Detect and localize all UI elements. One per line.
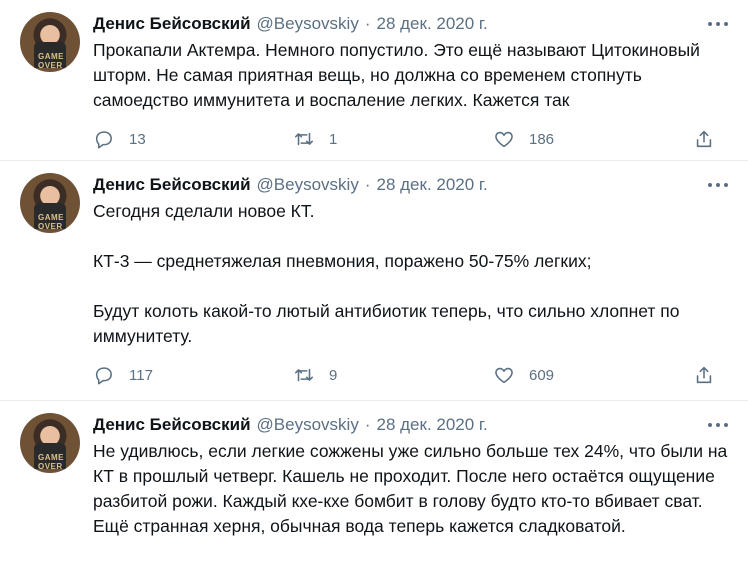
tweet-header: Денис Бейсовский @Beysovskiy · 28 дек. 2… xyxy=(93,173,732,197)
tweet-timeline: GAME OVER Денис Бейсовский @Beysovskiy ·… xyxy=(0,0,748,575)
avatar[interactable]: GAME OVER xyxy=(20,413,80,473)
like-count: 186 xyxy=(529,130,555,148)
tweet-header: Денис Бейсовский @Beysovskiy · 28 дек. 2… xyxy=(93,12,732,36)
tweet-date[interactable]: 28 дек. 2020 г. xyxy=(377,415,488,435)
author-name[interactable]: Денис Бейсовский xyxy=(93,14,251,34)
author-handle[interactable]: @Beysovskiy xyxy=(257,175,359,195)
reply-icon xyxy=(95,131,112,149)
like-button[interactable]: 186 xyxy=(493,128,693,150)
tweet-date[interactable]: 28 дек. 2020 г. xyxy=(377,14,488,34)
meta-separator: · xyxy=(364,415,371,434)
retweet-icon xyxy=(294,368,314,382)
avatar-badge: GAME OVER xyxy=(38,213,64,231)
like-button[interactable]: 609 xyxy=(493,364,693,386)
tweet-text: Не удивлюсь, если легкие сожжены уже сил… xyxy=(93,441,733,536)
retweet-count: 9 xyxy=(329,366,338,384)
tweet-header: Денис Бейсовский @Beysovskiy · 28 дек. 2… xyxy=(93,413,732,437)
reply-button[interactable]: 13 xyxy=(93,128,293,150)
meta-separator: · xyxy=(364,14,371,33)
author-name[interactable]: Денис Бейсовский xyxy=(93,175,251,195)
reply-count: 117 xyxy=(129,366,153,384)
tweet-text: Прокапали Актемра. Немного попустило. Эт… xyxy=(93,40,705,110)
reply-button[interactable]: 117 xyxy=(93,364,293,386)
tweet[interactable]: GAME OVER Денис Бейсовский @Beysovskiy ·… xyxy=(0,401,748,575)
reply-count: 13 xyxy=(129,130,146,148)
author-name[interactable]: Денис Бейсовский xyxy=(93,415,251,435)
author-handle[interactable]: @Beysovskiy xyxy=(257,14,359,34)
tweet-text: Сегодня сделали новое КТ. КТ-3 — среднет… xyxy=(93,201,680,346)
share-button[interactable] xyxy=(693,364,733,386)
heart-icon xyxy=(495,131,513,148)
avatar[interactable]: GAME OVER xyxy=(20,173,80,233)
share-button[interactable] xyxy=(693,128,733,150)
meta-separator: · xyxy=(364,175,371,194)
reply-icon xyxy=(95,367,112,385)
tweet[interactable]: GAME OVER Денис Бейсовский @Beysovskiy ·… xyxy=(0,161,748,401)
avatar-badge: GAME OVER xyxy=(38,52,64,70)
share-icon xyxy=(696,130,712,148)
avatar-badge: GAME OVER xyxy=(38,453,64,471)
retweet-button[interactable]: 9 xyxy=(293,364,493,386)
avatar[interactable]: GAME OVER xyxy=(20,12,80,72)
retweet-icon xyxy=(294,132,314,146)
retweet-count: 1 xyxy=(329,130,338,148)
retweet-button[interactable]: 1 xyxy=(293,128,493,150)
tweet[interactable]: GAME OVER Денис Бейсовский @Beysovskiy ·… xyxy=(0,0,748,161)
more-options-icon[interactable] xyxy=(708,17,728,31)
more-options-icon[interactable] xyxy=(708,178,728,192)
more-options-icon[interactable] xyxy=(708,418,728,432)
tweet-date[interactable]: 28 дек. 2020 г. xyxy=(377,175,488,195)
author-handle[interactable]: @Beysovskiy xyxy=(257,415,359,435)
tweet-actions: 117 9 609 xyxy=(93,353,733,397)
tweet-actions: 13 1 186 xyxy=(93,117,733,161)
like-count: 609 xyxy=(529,366,555,384)
share-icon xyxy=(696,366,712,384)
heart-icon xyxy=(495,367,513,384)
